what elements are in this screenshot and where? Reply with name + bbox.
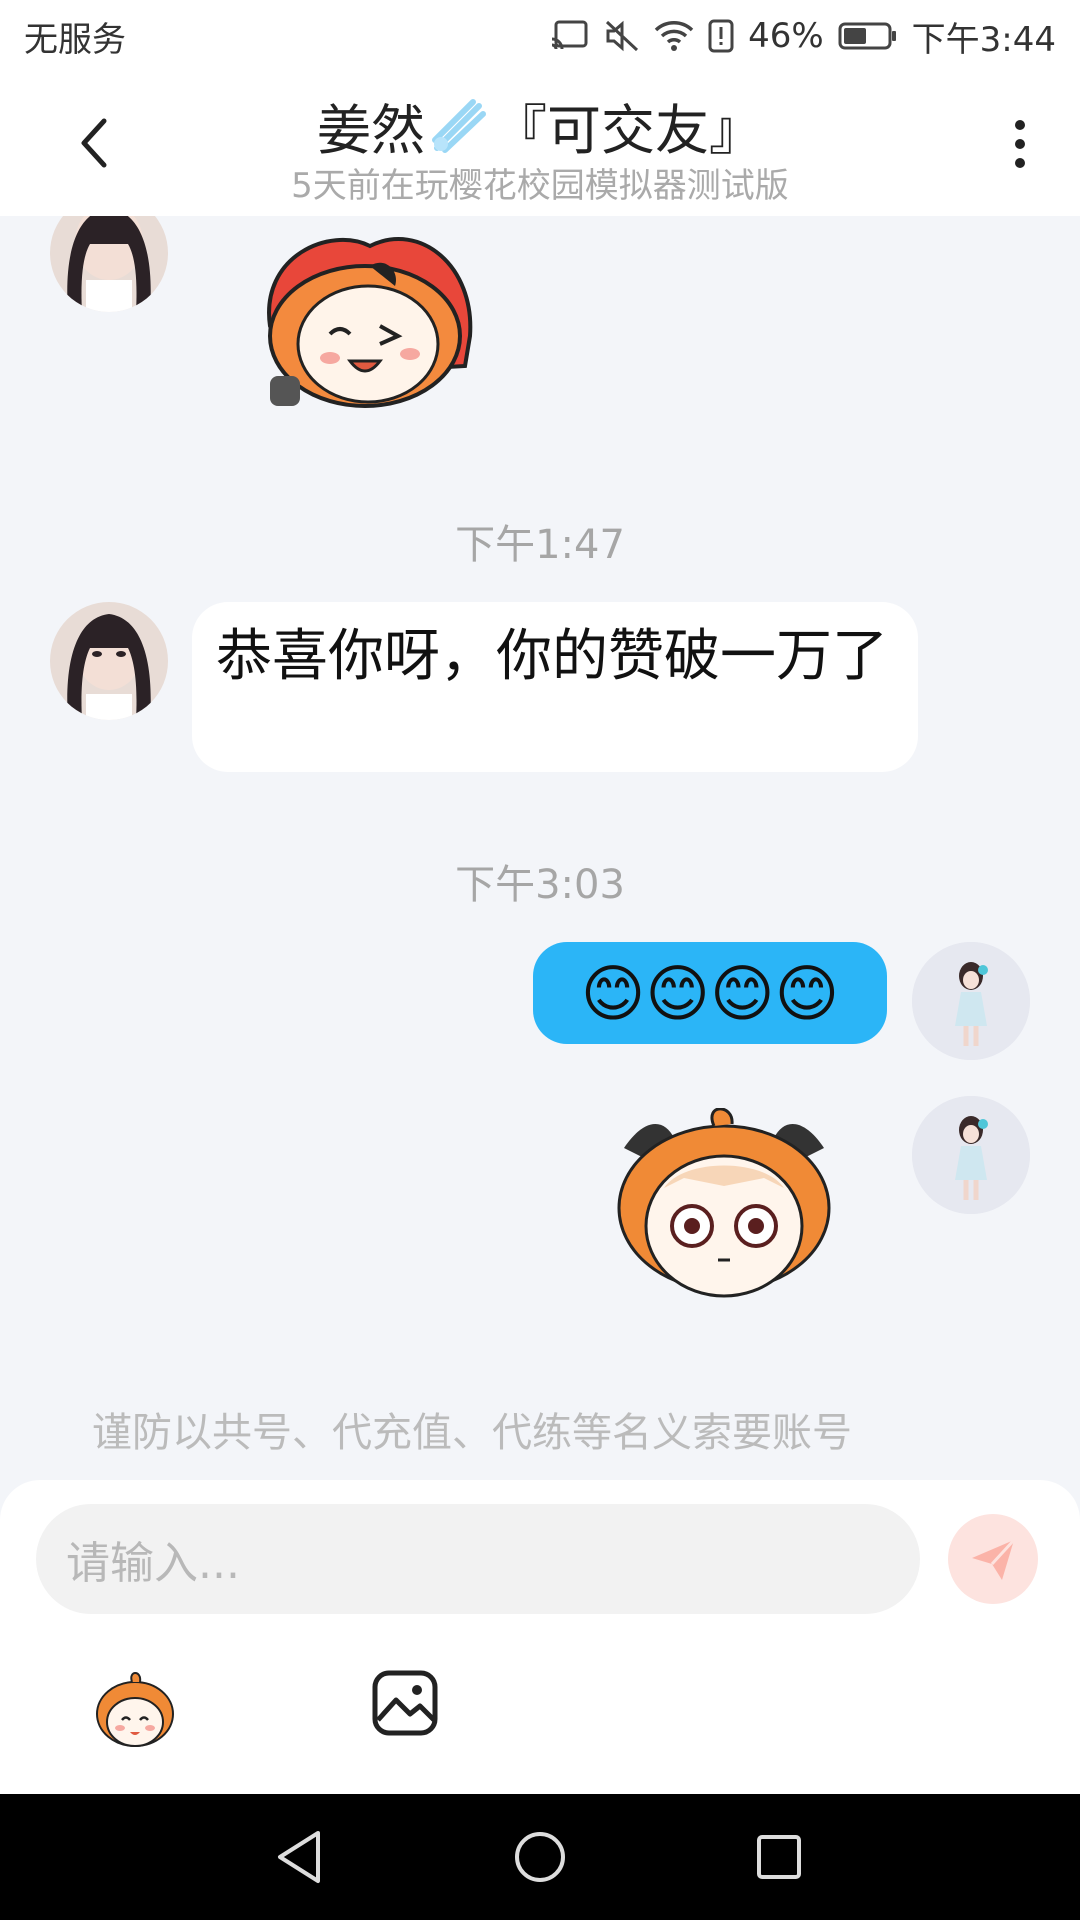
system-nav-bar	[0, 1794, 1080, 1920]
input-panel: 请输入...	[0, 1480, 1080, 1794]
paper-plane-icon	[972, 1538, 1016, 1580]
nav-recents-button[interactable]	[746, 1824, 812, 1890]
image-icon	[372, 1670, 438, 1736]
message-bubble-received[interactable]: 恭喜你呀，你的赞破一万了	[192, 602, 918, 772]
status-bar: 无服务 46% 下午3:44	[0, 0, 1080, 72]
alert-icon	[708, 19, 734, 53]
timestamp: 下午1:47	[455, 522, 625, 568]
image-picker-button[interactable]	[370, 1668, 440, 1738]
contact-name: 姜然	[317, 99, 425, 162]
wifi-icon	[654, 21, 694, 51]
partner-avatar[interactable]	[50, 216, 168, 312]
nav-back-button[interactable]	[266, 1824, 332, 1890]
mute-icon	[606, 20, 639, 52]
message-bubble-sent[interactable]: 😊😊😊😊	[533, 942, 887, 1044]
anime-girl-stare-sticker-icon	[617, 1107, 831, 1298]
square-recents-icon	[757, 1835, 801, 1879]
battery-percent: 46%	[748, 16, 824, 56]
my-avatar[interactable]	[912, 942, 1030, 1060]
contact-tag: 『可交友』	[493, 99, 763, 162]
my-avatar[interactable]	[912, 1096, 1030, 1214]
more-dot-icon	[1015, 139, 1025, 149]
timestamp: 下午3:03	[455, 862, 625, 908]
carrier-label: 无服务	[24, 19, 126, 60]
more-options-button[interactable]	[996, 112, 1044, 176]
anime-girl-sticker-icon	[267, 237, 473, 408]
chat-title: 姜然 『可交友』	[0, 86, 1080, 165]
sticker-message[interactable]	[604, 1107, 844, 1308]
chat-messages[interactable]: 下午1:47 恭喜你呀，你的赞破一万了 下午3:03 😊😊😊😊 谨防以共号、代充…	[0, 216, 1080, 1480]
battery-icon	[838, 22, 896, 50]
triangle-back-icon	[278, 1831, 320, 1883]
circle-home-icon	[515, 1832, 565, 1882]
more-dot-icon	[1015, 120, 1025, 130]
meteor-icon	[432, 98, 486, 153]
nav-home-button[interactable]	[507, 1824, 573, 1890]
status-icons: 46% 下午3:44	[550, 12, 1056, 61]
safety-notice: 谨防以共号、代充值、代练等名义索要账号	[92, 1410, 852, 1456]
send-button[interactable]	[948, 1514, 1038, 1604]
sticker-message[interactable]	[250, 226, 480, 426]
contact-status: 5天前在玩樱花校园模拟器测试版	[291, 166, 789, 206]
more-dot-icon	[1015, 158, 1025, 168]
chat-header: 姜然 『可交友』 5天前在玩樱花校园模拟器测试版	[0, 72, 1080, 216]
sticker-face-icon	[96, 1672, 174, 1747]
partner-avatar[interactable]	[50, 602, 168, 720]
message-input[interactable]: 请输入...	[36, 1504, 920, 1614]
sticker-button[interactable]	[92, 1666, 178, 1752]
cast-icon	[551, 20, 588, 50]
clock: 下午3:44	[911, 19, 1056, 60]
